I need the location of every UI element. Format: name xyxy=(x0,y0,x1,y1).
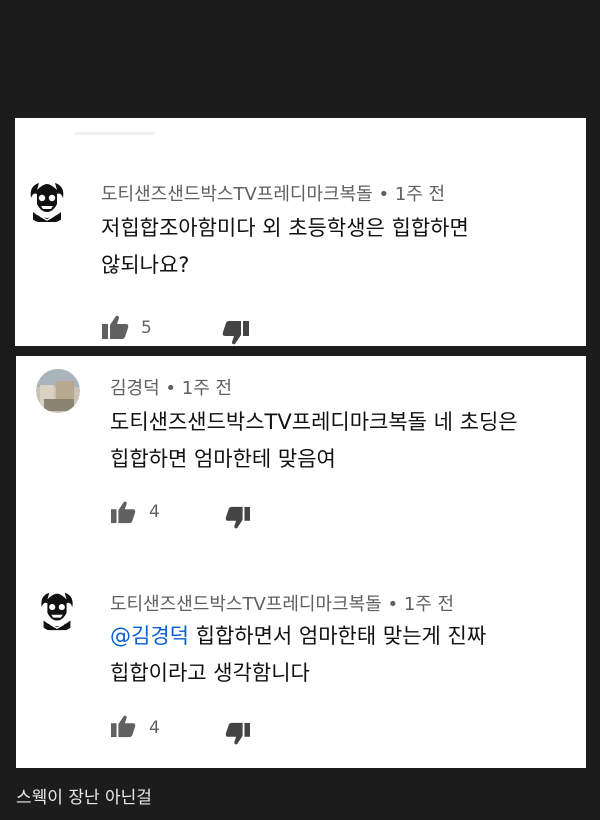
thumbs-up-icon xyxy=(102,315,129,339)
dislike-button[interactable] xyxy=(221,320,251,350)
comment-text-line: 힙합하면 엄마한테 맞음여 xyxy=(110,447,336,471)
comment-meta: 도티샌즈샌드박스TV프레디마크복돌 • 1주 전 xyxy=(101,180,445,206)
comment-text: 도티샌즈샌드박스TV프레디마크복돌 네 초딩은 힙합하면 엄마한테 맞음여 xyxy=(110,404,518,478)
comment-text-line: @김경덕 힙합하면서 엄마한태 맞는게 진짜 xyxy=(110,618,486,655)
comment-text: 저힙합조아함미다 외 초등학생은 힙합하면 않되나요? xyxy=(101,210,469,284)
like-button[interactable] xyxy=(101,314,129,344)
author-name[interactable]: 도티샌즈샌드박스TV프레디마크복돌 xyxy=(110,594,382,615)
timestamp[interactable]: 1주 전 xyxy=(395,184,445,205)
skull-dragon-avatar-icon xyxy=(23,176,71,224)
reply-card: 김경덕 • 1주 전 도티샌즈샌드박스TV프레디마크복돌 네 초딩은 힙합하면 … xyxy=(16,356,586,768)
avatar[interactable] xyxy=(36,369,80,413)
like-count: 5 xyxy=(141,318,152,338)
author-name[interactable]: 도티샌즈샌드박스TV프레디마크복돌 xyxy=(101,184,373,205)
divider xyxy=(75,132,155,135)
post-caption: 스웩이 장난 아닌걸 xyxy=(16,788,152,808)
comment-text-rest: 힙합하면서 엄마한태 맞는게 진짜 xyxy=(188,624,487,648)
mention-link[interactable]: @김경덕 xyxy=(110,624,189,648)
comment-meta: 김경덕 • 1주 전 xyxy=(110,374,232,400)
comment-text-line: 않되나요? xyxy=(101,253,190,277)
comment-text-line: 저힙합조아함미다 외 초등학생은 힙합하면 xyxy=(101,216,469,240)
meta-separator: • xyxy=(165,378,177,399)
timestamp[interactable]: 1주 전 xyxy=(404,594,454,615)
timestamp[interactable]: 1주 전 xyxy=(182,378,232,399)
like-button[interactable] xyxy=(110,500,136,528)
comment-text: @김경덕 힙합하면서 엄마한태 맞는게 진짜 힙합이라고 생각함니다 xyxy=(110,618,486,692)
thumbs-up-icon xyxy=(111,715,136,738)
comment-text-line: 힙합이라고 생각함니다 xyxy=(110,661,310,685)
avatar[interactable] xyxy=(34,586,80,632)
like-count: 4 xyxy=(149,718,160,738)
meta-separator: • xyxy=(387,594,399,615)
comment-text-line: 도티샌즈샌드박스TV프레디마크복돌 네 초딩은 xyxy=(110,410,518,434)
avatar[interactable] xyxy=(23,176,71,224)
dislike-button[interactable] xyxy=(224,722,252,750)
comment-meta: 도티샌즈샌드박스TV프레디마크복돌 • 1주 전 xyxy=(110,590,454,616)
thumbs-down-icon xyxy=(222,321,249,345)
author-name[interactable]: 김경덕 xyxy=(110,378,160,399)
like-count: 4 xyxy=(149,502,160,522)
like-button[interactable] xyxy=(110,714,136,742)
photo-avatar-icon xyxy=(36,369,80,413)
thumbs-down-icon xyxy=(225,506,250,529)
thumbs-up-icon xyxy=(111,501,136,524)
thumbs-down-icon xyxy=(225,722,250,745)
meta-separator: • xyxy=(378,184,390,205)
comment-card: 도티샌즈샌드박스TV프레디마크복돌 • 1주 전 저힙합조아함미다 외 초등학생… xyxy=(15,118,586,346)
dislike-button[interactable] xyxy=(224,506,252,534)
skull-dragon-avatar-icon xyxy=(34,586,80,632)
